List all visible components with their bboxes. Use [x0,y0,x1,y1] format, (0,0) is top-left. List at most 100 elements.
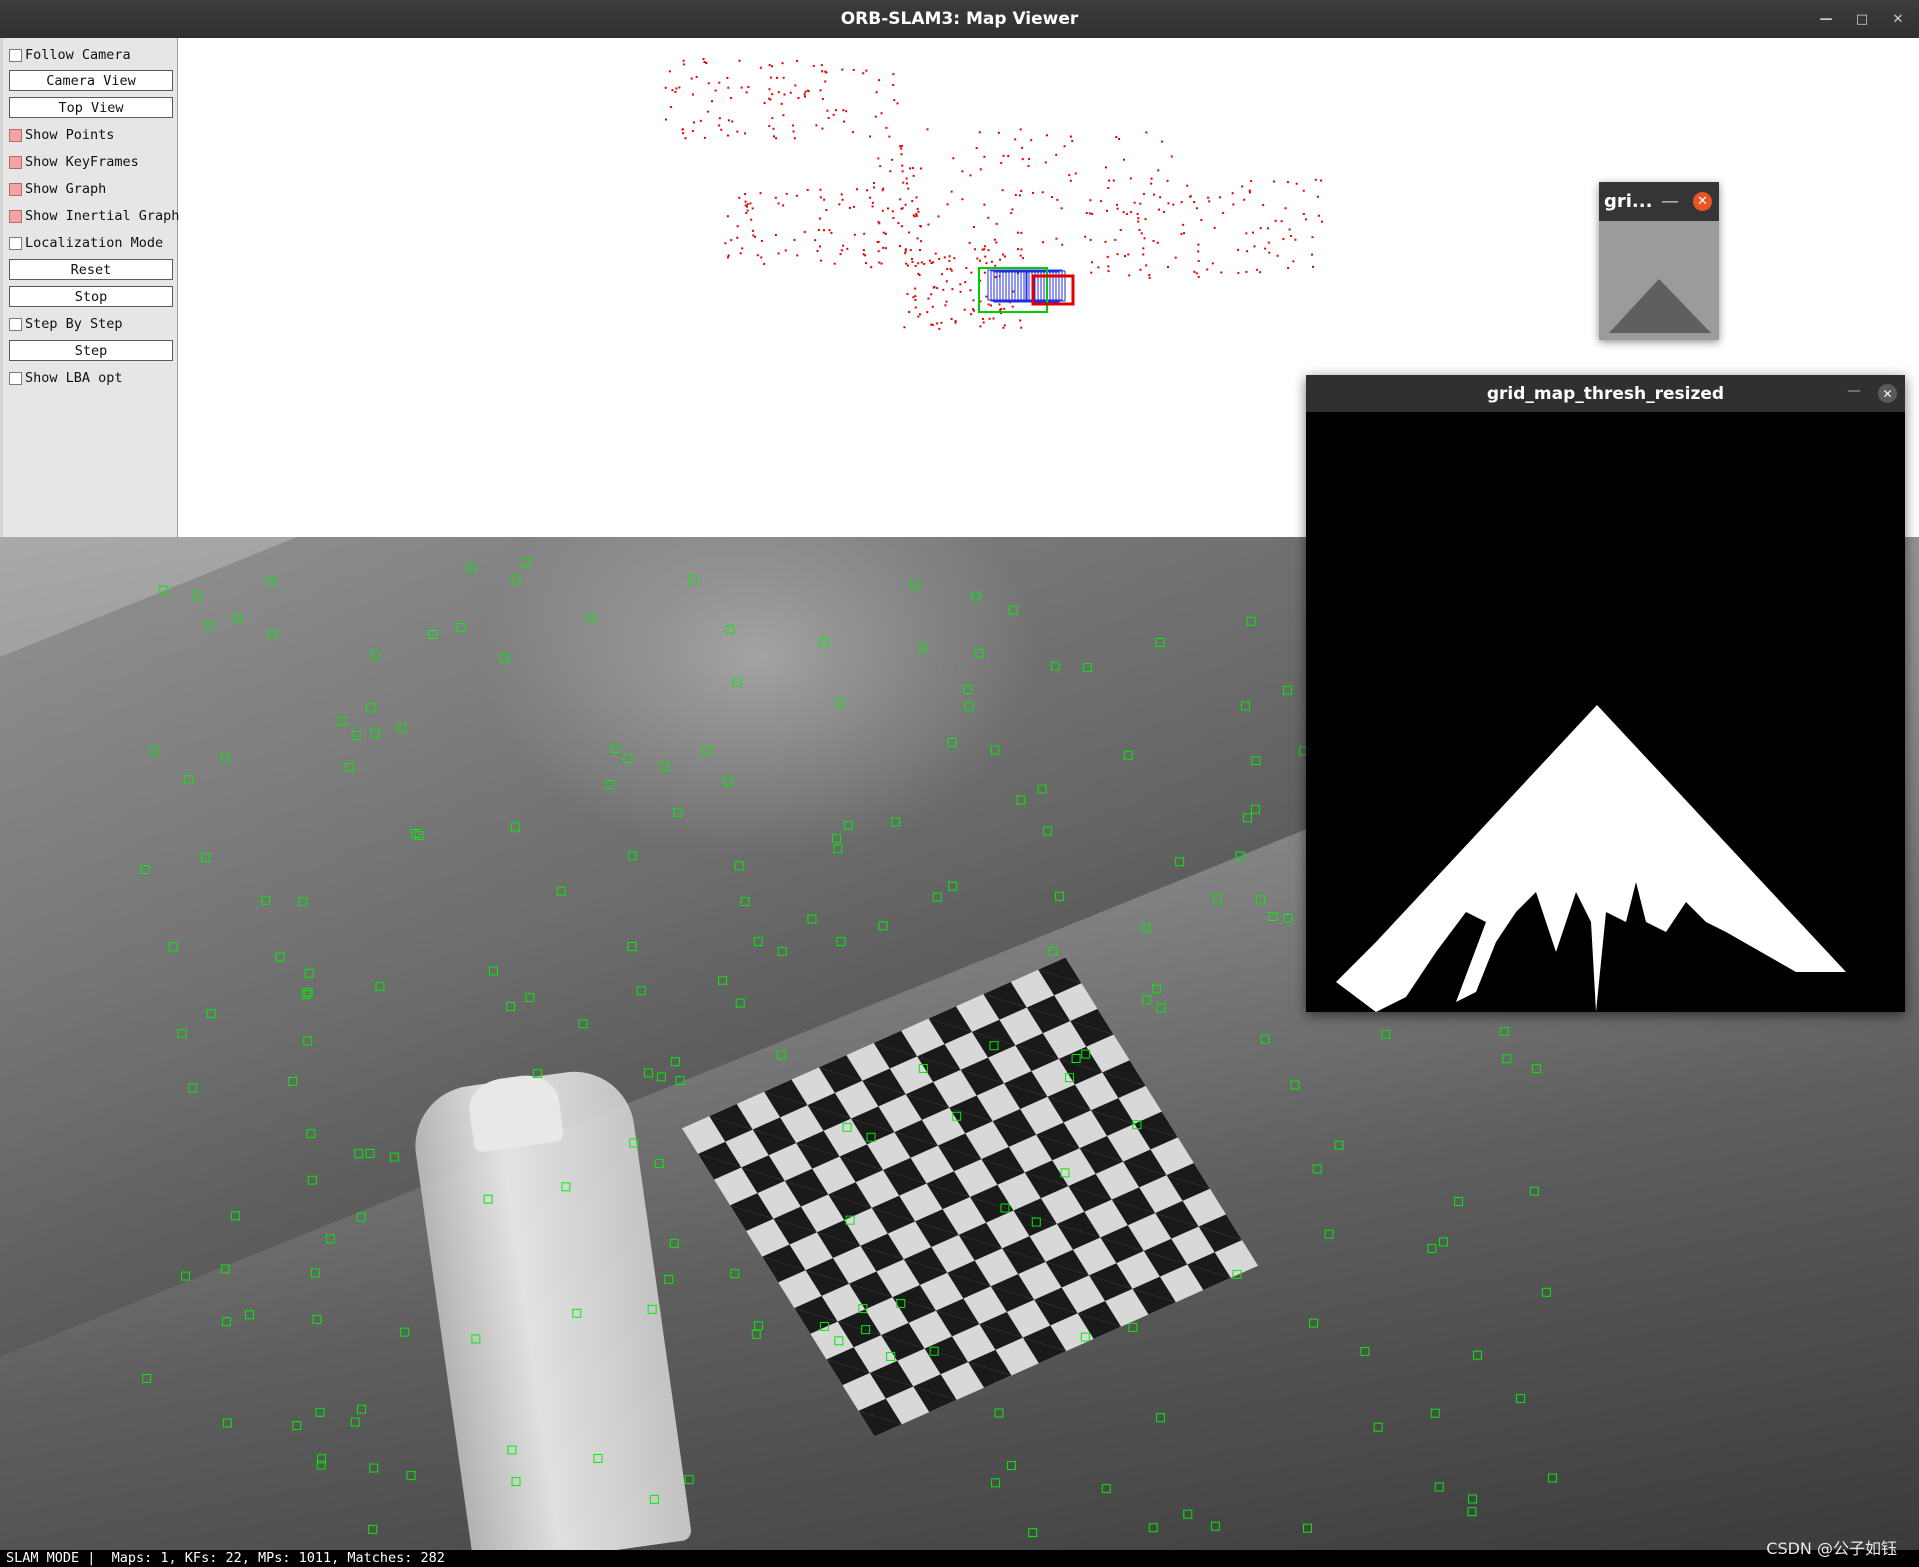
small-window-titlebar[interactable]: gri... — ✕ [1599,182,1719,221]
map-point [876,241,879,244]
map-point [1138,228,1141,231]
orb-feature-marker [1048,946,1058,956]
map-point [780,102,783,105]
map-point [926,128,929,131]
orb-feature-marker [605,779,615,789]
map-point [912,296,915,299]
show-inertial-graph-checkbox[interactable]: Show Inertial Graph [9,205,179,227]
map-point [882,231,885,234]
show-keyframes-label: Show KeyFrames [25,154,139,170]
orb-feature-marker [1427,1244,1437,1254]
map-point [736,130,739,133]
orb-feature-marker [483,1194,493,1204]
minimize-icon[interactable]: — [1847,383,1861,399]
minimize-icon[interactable]: — [1819,12,1833,27]
map-point [1125,212,1128,215]
follow-camera-checkbox[interactable]: Follow Camera [9,44,131,66]
show-graph-checkbox[interactable]: Show Graph [9,178,106,200]
map-point [768,64,771,67]
reset-button[interactable]: Reset [9,259,173,280]
step-by-step-checkbox[interactable]: Step By Step [9,313,123,335]
map-point [1019,128,1022,131]
map-point [1182,223,1185,226]
map-point [899,198,902,201]
orb-feature-marker [1141,923,1151,933]
grid-map-window[interactable]: grid_map_thresh_resized — ✕ [1306,375,1905,1012]
orb-feature-marker [891,817,901,827]
orb-feature-marker [511,575,521,585]
orb-feature-marker [1054,891,1064,901]
map-point [891,158,894,161]
stop-button[interactable]: Stop [9,286,173,307]
map-point [1152,239,1155,242]
step-button[interactable]: Step [9,340,173,361]
map-point [1197,259,1200,262]
map-point [835,109,838,112]
orb-feature-marker [521,558,531,568]
minimize-icon[interactable]: — [1661,191,1679,212]
map-point [892,216,895,219]
map-point [783,93,786,96]
map-point [1241,185,1244,188]
map-point [863,232,866,235]
orb-feature-marker [1282,685,1292,695]
show-lba-opt-checkbox[interactable]: Show LBA opt [9,367,123,389]
map-point [1311,253,1314,256]
map-point [1136,213,1139,216]
map-point [833,262,836,265]
map-point [972,226,975,229]
close-icon[interactable]: ✕ [1693,192,1712,211]
map-point [875,91,878,94]
map-point [948,255,951,258]
map-point [1237,248,1240,251]
show-keyframes-checkbox[interactable]: Show KeyFrames [9,151,139,173]
orb-feature-marker [819,1321,829,1331]
map-point [931,305,934,308]
map-point [1292,260,1295,263]
map-point [1142,192,1145,195]
small-preview-window[interactable]: gri... — ✕ [1599,182,1719,340]
map-point [707,110,710,113]
map-point [718,117,721,120]
map-point [746,209,749,212]
map-point [979,325,982,328]
map-point [1148,276,1151,279]
map-point [1245,232,1248,235]
map-point [1129,177,1132,180]
close-icon[interactable]: ✕ [1891,12,1905,27]
map-point [796,59,799,62]
orb-feature-marker [843,820,853,830]
orb-feature-marker [525,993,535,1003]
map-point [827,116,830,119]
localization-mode-checkbox[interactable]: Localization Mode [9,232,163,254]
top-view-button[interactable]: Top View [9,97,173,118]
map-point [981,317,984,320]
map-point [1161,140,1164,143]
map-point [944,304,947,307]
grid-window-titlebar[interactable]: grid_map_thresh_resized — ✕ [1306,375,1905,412]
orb-feature-marker [807,914,817,924]
map-point [970,313,973,316]
map-point [917,315,920,318]
close-icon[interactable]: ✕ [1878,384,1897,403]
map-point [822,229,825,232]
map-point [1115,136,1118,139]
show-points-checkbox[interactable]: Show Points [9,124,114,146]
maximize-icon[interactable]: □ [1855,12,1869,27]
map-point [942,288,945,291]
map-point [915,213,918,216]
orb-feature-marker [1031,1217,1041,1227]
map-point [1150,177,1153,180]
orb-feature-marker [1334,1140,1344,1150]
orb-feature-marker [654,1158,664,1168]
map-point [1320,220,1323,223]
orb-feature-marker [1148,1523,1158,1533]
orb-feature-marker [1430,1408,1440,1418]
map-point [1145,131,1148,134]
camera-view-button[interactable]: Camera View [9,70,173,91]
map-point [869,196,872,199]
map-point [983,248,986,251]
follow-camera-label: Follow Camera [25,47,131,63]
orb-feature-marker [1302,1523,1312,1533]
orb-feature-marker [561,1182,571,1192]
